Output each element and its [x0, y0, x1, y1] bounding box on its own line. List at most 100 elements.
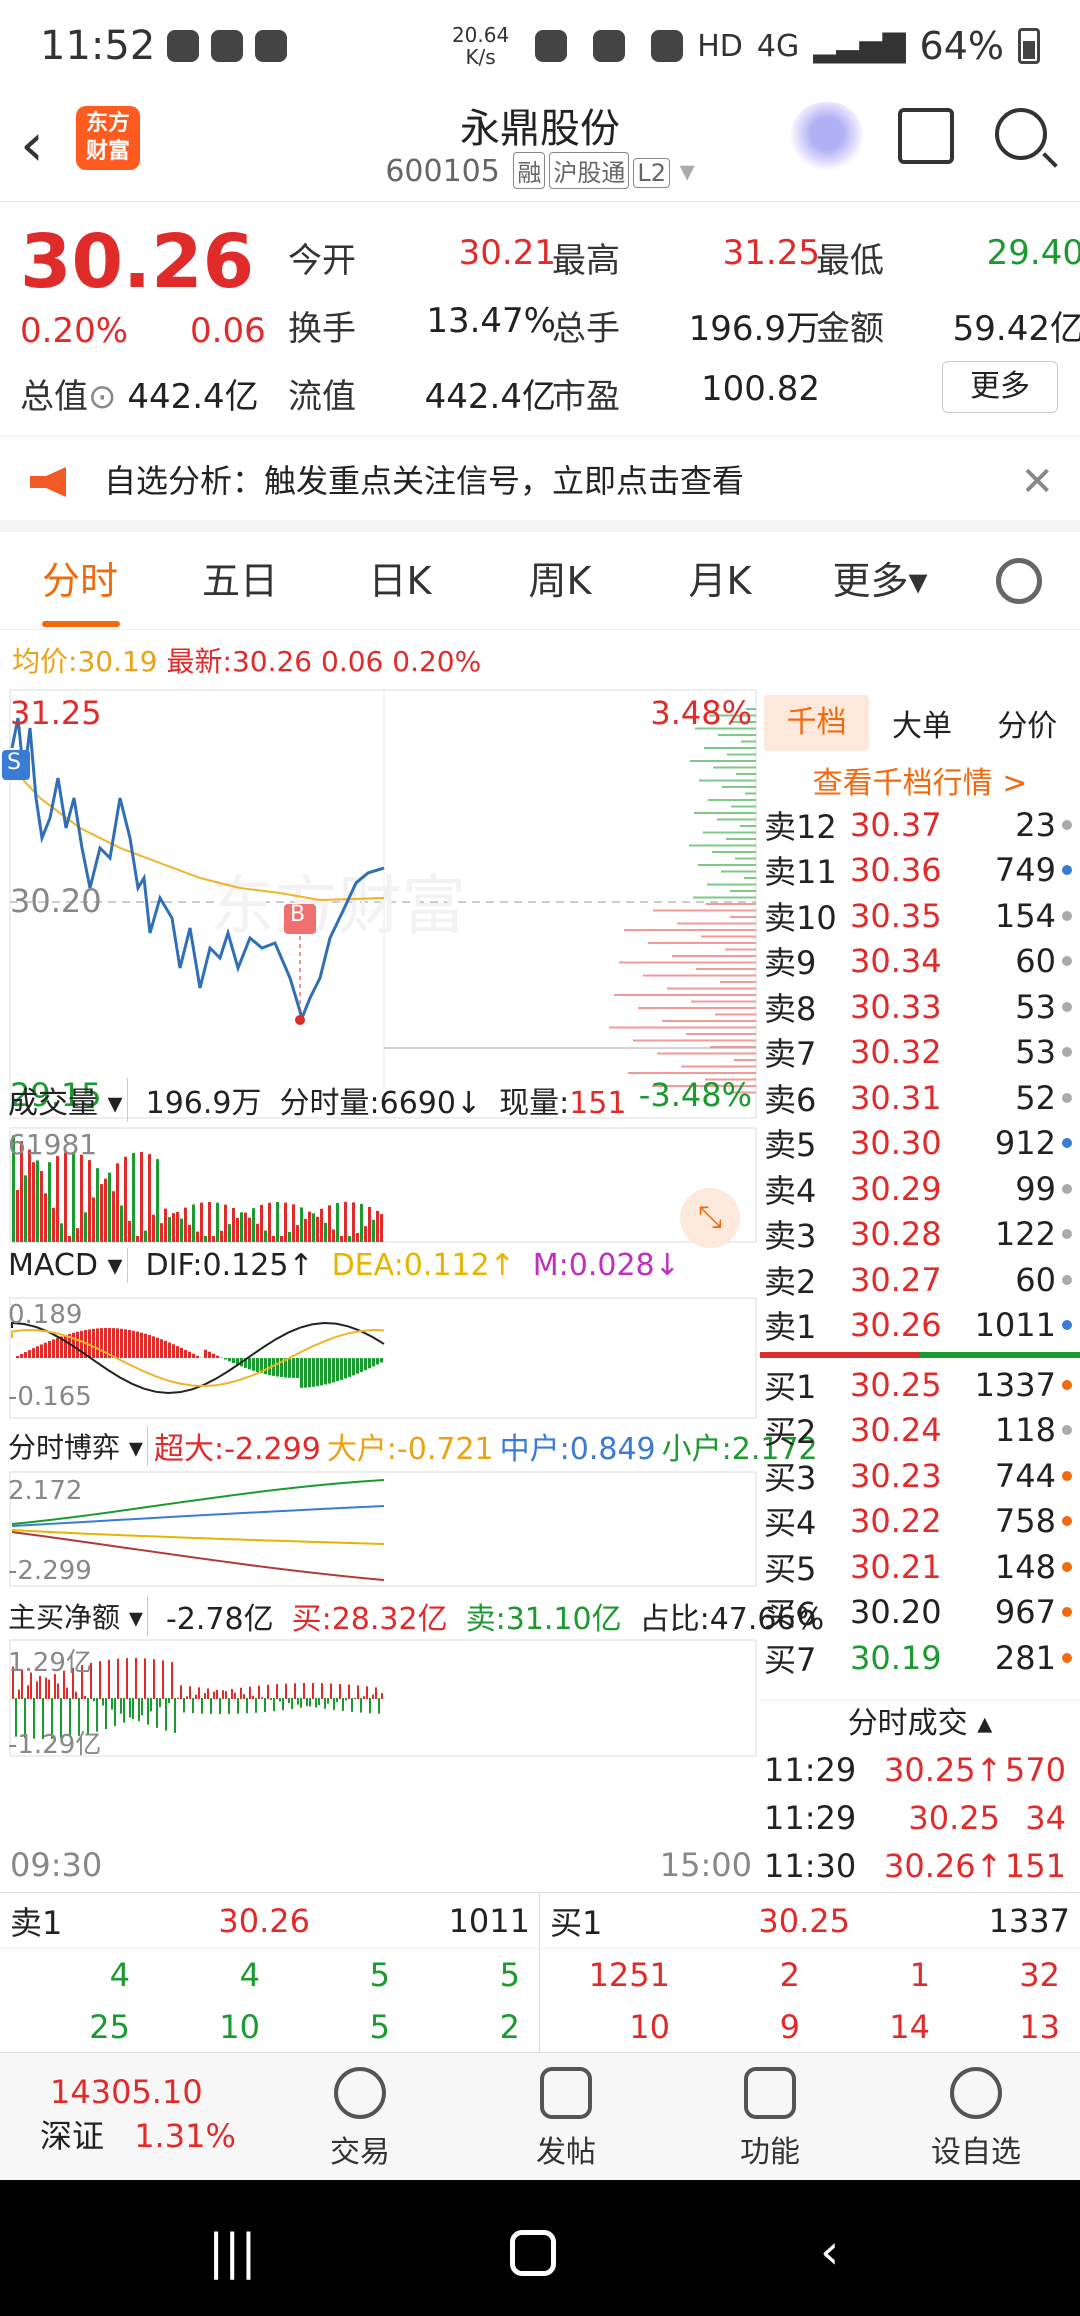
bid-level[interactable]: 买4 30.22 758 — [760, 1499, 1080, 1545]
quote-field-3: 换手 13.47% — [288, 301, 556, 349]
tick-row: 11:29 30.25↑ 570 — [764, 1751, 1066, 1789]
battery-percent: 64% — [919, 24, 1004, 68]
depth-link[interactable]: 查看千档行情 > — [760, 758, 1080, 802]
ask-level[interactable]: 卖10 30.35 154 — [760, 893, 1080, 939]
quote-field-7: 市盈 100.82 — [552, 369, 820, 417]
flow-dropdown[interactable]: 主买净额 ▾ — [8, 1596, 148, 1636]
game-top-label: 2.172 — [8, 1476, 83, 1506]
assistant-avatar[interactable] — [790, 102, 864, 172]
ask-level[interactable]: 卖11 30.36 749 — [760, 848, 1080, 894]
bid-level[interactable]: 买3 30.23 744 — [760, 1453, 1080, 1499]
volume-dropdown[interactable]: 成交量 ▾ — [8, 1078, 128, 1122]
nav-post[interactable]: 发帖 — [496, 2067, 636, 2171]
tab-monthly-k[interactable]: 月K — [640, 532, 800, 629]
flow-indicator-row: 主买净额 ▾ -2.78亿 买:28.32亿 卖:31.10亿 占比:47.66… — [8, 1594, 824, 1638]
gear-icon[interactable] — [996, 558, 1042, 604]
share-icon[interactable] — [898, 108, 954, 164]
nav-trade[interactable]: 交易 — [290, 2067, 430, 2171]
book-tabs: 千档 大单 分价 — [760, 688, 1080, 758]
hd-indicator: HD — [697, 28, 743, 64]
watermark-text: 东方财富 — [210, 870, 466, 944]
ask-level[interactable]: 卖9 30.34 60 — [760, 939, 1080, 985]
tab-depth[interactable]: 千档 — [764, 695, 870, 751]
stock-code: 600105 — [385, 154, 500, 189]
ask-level[interactable]: 卖2 30.27 60 — [760, 1257, 1080, 1303]
big-investor-line — [11, 1529, 385, 1545]
tab-more[interactable]: 更多▾ — [800, 532, 960, 629]
expand-icon[interactable]: ⤡ — [680, 1188, 740, 1248]
chart-mid-label: 30.20 — [10, 882, 102, 920]
tag-margin: 融 — [513, 152, 546, 189]
quote-field-1: 最高 31.25 — [552, 233, 820, 281]
bid-level[interactable]: 买1 30.25 1337 — [760, 1362, 1080, 1408]
grid-icon — [744, 2067, 796, 2119]
tab-intraday[interactable]: 分时 — [0, 532, 160, 629]
signal-alert-banner[interactable]: 自选分析：触发重点关注信号，立即点击查看 ✕ — [0, 436, 1080, 532]
volume-max-label: 61981 — [8, 1128, 98, 1161]
nfc-icon — [535, 30, 568, 62]
tab-daily-k[interactable]: 日K — [320, 532, 480, 629]
active-tab-underline — [42, 621, 120, 627]
depth-bars — [609, 708, 756, 1094]
tab-weekly-k[interactable]: 周K — [480, 532, 640, 629]
tab-big-orders[interactable]: 大单 — [869, 701, 974, 745]
chart-high-label: 31.25 — [10, 694, 102, 732]
ask-level[interactable]: 卖7 30.32 53 — [760, 1030, 1080, 1076]
ask-level[interactable]: 卖8 30.33 53 — [760, 984, 1080, 1030]
home-icon[interactable] — [510, 2230, 556, 2276]
status-bar: 11:52 20.64 K/s HD 4G ▂▃▅▇ 64% — [0, 0, 1080, 92]
mid-investor-line — [11, 1505, 385, 1527]
more-dots-icon — [950, 2067, 1002, 2119]
ask-level[interactable]: 卖12 30.37 23 — [760, 802, 1080, 848]
macd-bottom-label: -0.165 — [8, 1382, 92, 1412]
ask-level[interactable]: 卖4 30.29 99 — [760, 1166, 1080, 1212]
trade-icon — [334, 2067, 386, 2119]
more-button[interactable]: 更多 — [942, 361, 1058, 413]
quote-field-2: 最低 29.40 — [816, 233, 1080, 281]
tick-row: 11:29 30.25 34 — [764, 1799, 1066, 1837]
search-icon[interactable] — [995, 108, 1047, 160]
ask-level[interactable]: 卖1 30.26 1011 — [760, 1303, 1080, 1349]
change-amount: 0.06 — [190, 311, 266, 351]
current-price: 30.26 — [20, 219, 255, 305]
order-book: 千档 大单 分价 查看千档行情 > 卖12 30.37 23 卖11 30.36 749 卖… — [760, 688, 1080, 1888]
chevron-down-icon: ▾ — [679, 154, 695, 189]
bid-level[interactable]: 买2 30.24 118 — [760, 1408, 1080, 1454]
bid-level[interactable]: 买6 30.20 967 — [760, 1590, 1080, 1636]
bottom-nav: 14305.10 深证 1.31% 交易 发帖 功能 设自选 — [0, 2052, 1080, 2180]
bid-level[interactable]: 买7 30.19 281 — [760, 1635, 1080, 1680]
back-nav-icon[interactable]: ‹ — [820, 2224, 839, 2280]
intraday-chart-svg: 东方财富 — [2, 689, 757, 1757]
ask-level[interactable]: 卖3 30.28 122 — [760, 1212, 1080, 1258]
nav-add-watchlist[interactable]: 设自选 — [906, 2067, 1046, 2171]
sell-marker-label: S — [7, 750, 21, 775]
signal-icon: ▂▃▅▇ — [813, 28, 906, 64]
tab-price-dist[interactable]: 分价 — [975, 701, 1080, 745]
alarm-icon — [593, 30, 626, 62]
intraday-chart-area[interactable]: 东方财富 31.25 3.48% 30.20 29.15 -3.48% B S … — [0, 688, 824, 1888]
quote-field-6: 流值 442.4亿 — [288, 377, 556, 417]
index-ticker[interactable]: 14305.10 深证 1.31% — [20, 2073, 236, 2157]
buy-point-marker — [295, 1015, 305, 1025]
tick-list: 11:29 30.25↑ 570 11:29 30.25 34 11:30 30.26↑ 151 — [760, 1746, 1080, 1890]
ask-level[interactable]: 卖5 30.30 912 — [760, 1121, 1080, 1167]
time-end-label: 15:00 — [659, 1846, 752, 1884]
close-icon[interactable]: ✕ — [1020, 459, 1054, 505]
tab-five-day[interactable]: 五日 — [160, 532, 320, 629]
nav-functions[interactable]: 功能 — [700, 2067, 840, 2171]
macd-dropdown[interactable]: MACD ▾ — [8, 1248, 128, 1283]
tick-row: 11:30 30.26↑ 151 — [764, 1847, 1066, 1885]
quote-field-5: 金额 59.42亿 — [816, 309, 1080, 349]
quote-field-0: 今开 30.21 — [288, 233, 556, 281]
ask-level[interactable]: 卖6 30.31 52 — [760, 1075, 1080, 1121]
ticks-title[interactable]: 分时成交 ▴ — [760, 1700, 1080, 1746]
volume-indicator-row: 成交量 ▾ 196.9万 分时量:6690↓ 现量:151 — [8, 1078, 626, 1122]
ask-levels: 卖12 30.37 23 卖11 30.36 749 卖10 30.35 154 卖9 30.34 6… — [760, 802, 1080, 1348]
mute-icon — [651, 30, 684, 62]
game-dropdown[interactable]: 分时博弈 ▾ — [8, 1426, 148, 1466]
bid-level[interactable]: 买5 30.21 148 — [760, 1544, 1080, 1590]
network-indicator: 4G — [756, 28, 800, 64]
recent-apps-icon[interactable]: ||| — [208, 2224, 257, 2280]
bottom-quote: 卖1 30.26 1011 4455 25 10 5 2 买1 30.25 1337 1251… — [0, 1892, 1080, 2053]
quote-panel: 30.26 0.20% 0.06 总值⊙ 442.4亿 今开 30.21 最高 31.… — [0, 203, 1080, 435]
